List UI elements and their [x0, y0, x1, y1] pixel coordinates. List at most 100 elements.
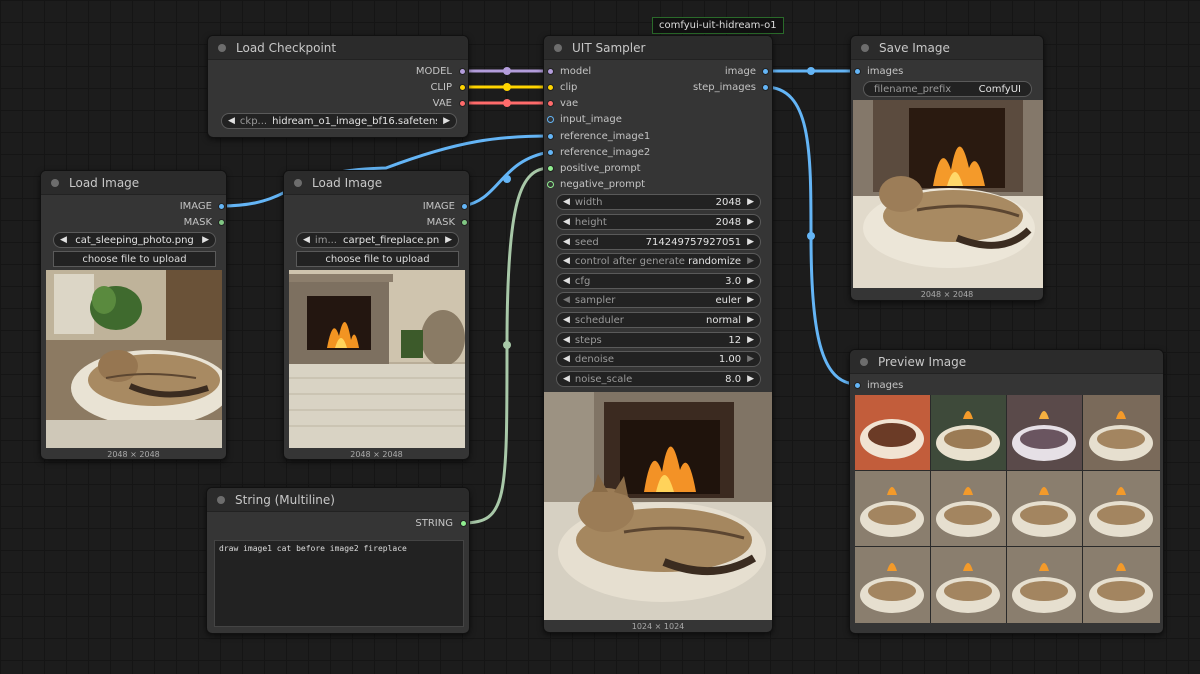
string-multiline-node[interactable]: String (Multiline) STRING draw image1 ca… [206, 487, 470, 634]
input-images[interactable]: images [867, 66, 903, 78]
steps-widget[interactable]: ◀ steps 12 ▶ [556, 332, 761, 348]
increment-arrow-icon[interactable]: ▶ [747, 237, 754, 247]
output-string[interactable]: STRING [415, 518, 453, 530]
output-mask[interactable]: MASK [184, 217, 212, 229]
increment-arrow-icon[interactable]: ▶ [747, 276, 754, 286]
prev-arrow-icon[interactable]: ◀ [563, 315, 570, 325]
increment-arrow-icon[interactable]: ▶ [747, 374, 754, 384]
reference-image2-dot[interactable] [547, 149, 554, 156]
step-thumbnail[interactable] [1007, 395, 1082, 470]
image-output-dot[interactable] [762, 68, 769, 75]
decrement-arrow-icon[interactable]: ◀ [563, 374, 570, 384]
next-arrow-icon[interactable]: ▶ [202, 235, 209, 245]
prompt-textarea[interactable]: draw image1 cat before image2 fireplace [214, 540, 464, 627]
next-arrow-icon[interactable]: ▶ [747, 295, 754, 305]
next-arrow-icon[interactable]: ▶ [445, 235, 452, 245]
collapse-dot-icon[interactable] [294, 178, 302, 187]
collapse-dot-icon[interactable] [218, 43, 226, 52]
collapse-dot-icon[interactable] [51, 178, 59, 187]
save-image-node[interactable]: Save Image images filename_prefix ComfyU… [850, 35, 1044, 301]
load-checkpoint-node[interactable]: Load Checkpoint MODEL CLIP VAE ◀ ckp... … [207, 35, 469, 138]
choose-file-button[interactable]: choose file to upload [296, 251, 459, 267]
image-file-combo[interactable]: ◀ cat_sleeping_photo.png ▶ [53, 232, 216, 248]
step-thumbnail[interactable] [855, 471, 930, 546]
step-thumbnail[interactable] [1083, 471, 1160, 546]
decrement-arrow-icon[interactable]: ◀ [563, 217, 570, 227]
step-images-output-dot[interactable] [762, 84, 769, 91]
height-widget[interactable]: ◀ height 2048 ▶ [556, 214, 761, 230]
load-image-node-1[interactable]: Load Image IMAGE MASK ◀ cat_sleeping_pho… [40, 170, 227, 460]
next-arrow-icon[interactable]: ▶ [747, 315, 754, 325]
output-image[interactable]: IMAGE [180, 201, 212, 213]
step-thumbnail[interactable] [931, 395, 1006, 470]
output-mask[interactable]: MASK [427, 217, 455, 229]
step-thumbnail[interactable] [1083, 547, 1160, 623]
model-port-dot[interactable] [459, 68, 466, 75]
collapse-dot-icon[interactable] [217, 495, 225, 504]
input-reference-image2[interactable]: reference_image2 [560, 147, 650, 159]
input-negative-prompt[interactable]: negative_prompt [560, 179, 645, 191]
decrement-arrow-icon[interactable]: ◀ [563, 354, 570, 364]
positive-prompt-dot[interactable] [547, 165, 554, 172]
node-header[interactable]: Save Image [851, 36, 1043, 60]
uit-sampler-node[interactable]: UIT Sampler model clip vae input_image r… [543, 35, 773, 633]
node-header[interactable]: Load Image [284, 171, 469, 195]
increment-arrow-icon[interactable]: ▶ [747, 197, 754, 207]
sampler-widget[interactable]: ◀ sampler euler ▶ [556, 292, 761, 308]
vae-port-dot[interactable] [459, 100, 466, 107]
input-image-dot[interactable] [547, 116, 554, 123]
prev-arrow-icon[interactable]: ◀ [303, 235, 310, 245]
mask-port-dot[interactable] [218, 219, 225, 226]
output-step-images[interactable]: step_images [693, 82, 756, 94]
collapse-dot-icon[interactable] [861, 43, 869, 52]
images-input-dot[interactable] [854, 68, 861, 75]
node-header[interactable]: Preview Image [850, 350, 1163, 374]
noise-scale-widget[interactable]: ◀ noise_scale 8.0 ▶ [556, 371, 761, 387]
width-widget[interactable]: ◀ width 2048 ▶ [556, 194, 761, 210]
mask-port-dot[interactable] [461, 219, 468, 226]
collapse-dot-icon[interactable] [860, 357, 868, 366]
reference-image1-dot[interactable] [547, 133, 554, 140]
input-positive-prompt[interactable]: positive_prompt [560, 163, 641, 175]
node-header[interactable]: Load Checkpoint [208, 36, 468, 60]
increment-arrow-icon[interactable]: ▶ [747, 354, 754, 364]
prev-arrow-icon[interactable]: ◀ [563, 256, 570, 266]
input-vae[interactable]: vae [560, 98, 578, 110]
increment-arrow-icon[interactable]: ▶ [747, 217, 754, 227]
node-header[interactable]: Load Image [41, 171, 226, 195]
string-port-dot[interactable] [460, 520, 467, 527]
step-thumbnail[interactable] [1007, 547, 1082, 623]
input-clip[interactable]: clip [560, 82, 577, 94]
ckpt-name-combo[interactable]: ◀ ckp... hidream_o1_image_bf16.safetenso… [221, 113, 457, 129]
decrement-arrow-icon[interactable]: ◀ [563, 276, 570, 286]
output-clip[interactable]: CLIP [430, 82, 452, 94]
output-image[interactable]: image [725, 66, 756, 78]
decrement-arrow-icon[interactable]: ◀ [563, 237, 570, 247]
input-images[interactable]: images [867, 380, 903, 392]
step-thumbnail[interactable] [855, 395, 930, 470]
node-header[interactable]: UIT Sampler [544, 36, 772, 60]
image-file-combo[interactable]: ◀ im... carpet_fireplace.png ▶ [296, 232, 459, 248]
prev-arrow-icon[interactable]: ◀ [228, 116, 235, 126]
load-image-node-2[interactable]: Load Image IMAGE MASK ◀ im... carpet_fir… [283, 170, 470, 460]
clip-port-dot[interactable] [459, 84, 466, 91]
node-header[interactable]: String (Multiline) [207, 488, 469, 512]
scheduler-widget[interactable]: ◀ scheduler normal ▶ [556, 312, 761, 328]
output-model[interactable]: MODEL [416, 66, 452, 78]
input-reference-image1[interactable]: reference_image1 [560, 131, 650, 143]
image-port-dot[interactable] [461, 203, 468, 210]
denoise-widget[interactable]: ◀ denoise 1.00 ▶ [556, 351, 761, 367]
increment-arrow-icon[interactable]: ▶ [747, 335, 754, 345]
step-images-grid[interactable] [855, 395, 1160, 623]
next-arrow-icon[interactable]: ▶ [747, 256, 754, 266]
images-input-dot[interactable] [854, 382, 861, 389]
input-input-image[interactable]: input_image [560, 114, 622, 126]
next-arrow-icon[interactable]: ▶ [443, 116, 450, 126]
collapse-dot-icon[interactable] [554, 43, 562, 52]
preview-image-node[interactable]: Preview Image images [849, 349, 1164, 634]
cfg-widget[interactable]: ◀ cfg 3.0 ▶ [556, 273, 761, 289]
seed-widget[interactable]: ◀ seed 714249757927051 ▶ [556, 234, 761, 250]
output-image[interactable]: IMAGE [423, 201, 455, 213]
choose-file-button[interactable]: choose file to upload [53, 251, 216, 267]
step-thumbnail[interactable] [931, 547, 1006, 623]
